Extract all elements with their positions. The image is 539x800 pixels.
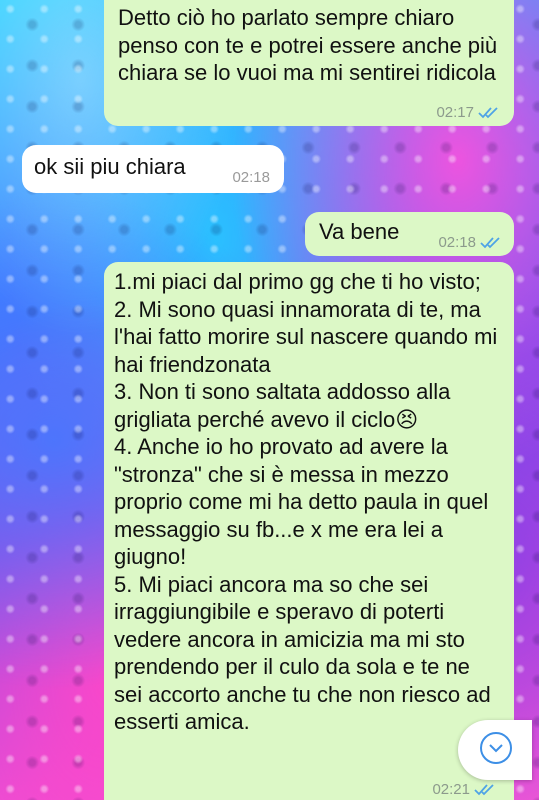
message-bubble-outgoing[interactable]: 1.mi piaci dal primo gg che ti ho visto;… [104, 262, 514, 800]
message-list-item: 4. Anche io ho provato ad avere la "stro… [114, 434, 489, 569]
double-check-icon [480, 236, 500, 248]
message-time: 02:21 [432, 781, 470, 798]
message-time: 02:18 [438, 234, 476, 251]
message-text: 1.mi piaci dal primo gg che ti ho visto;… [114, 268, 504, 736]
scroll-to-bottom-button[interactable] [458, 720, 532, 780]
message-list-item: 5. Mi piaci ancora ma so che sei irraggi… [114, 571, 491, 735]
message-list-item: 1.mi piaci dal primo gg che ti ho visto; [114, 269, 481, 294]
message-bubble-outgoing[interactable]: Va bene 02:18 [305, 212, 514, 256]
message-bubble-incoming[interactable]: ok sii piu chiara 02:18 [22, 145, 284, 193]
message-meta: 02:17 [436, 105, 500, 120]
double-check-icon [478, 106, 498, 118]
double-check-icon [474, 783, 494, 795]
message-list-item: 3. Non ti sono saltata addosso alla grig… [114, 379, 451, 432]
message-time: 02:18 [232, 169, 270, 186]
message-time: 02:17 [436, 104, 474, 121]
message-text: Detto ciò ho parlato sempre chiaro penso… [118, 5, 498, 85]
message-bubble-outgoing[interactable]: Detto ciò ho parlato sempre chiaro penso… [104, 0, 514, 126]
message-meta: 02:18 [438, 235, 502, 250]
message-meta: 02:21 [432, 782, 496, 797]
message-list-item: 2. Mi sono quasi innamorata di te, ma l'… [114, 296, 498, 377]
chevron-down-icon [480, 732, 512, 764]
message-meta: 02:18 [232, 170, 270, 185]
